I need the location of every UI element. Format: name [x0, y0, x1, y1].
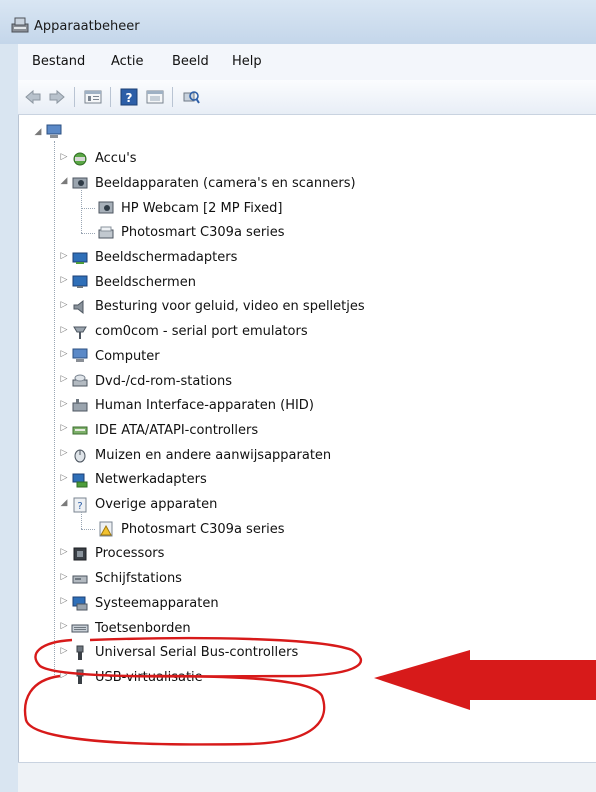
device-tree-panel: ◢ ▷ Accu's ◢ Beeldapparaten (camera's en sca… [18, 115, 596, 765]
tree-item-label: Besturing voor geluid, video en spelletj… [95, 299, 365, 315]
tree-connector [81, 232, 95, 234]
toolbar-separator [74, 87, 75, 107]
tree-connector [81, 208, 95, 210]
tree-item[interactable]: Computer [71, 345, 160, 367]
tree-item-label: Computer [95, 348, 160, 364]
tree-item-label: Muizen en andere aanwijsapparaten [95, 447, 332, 463]
forward-arrow-icon[interactable] [48, 88, 66, 106]
device-manager-window: Apparaatbeheer Bestand Actie Beeld Help … [0, 0, 596, 792]
scan-hardware-icon[interactable] [182, 88, 200, 106]
back-arrow-icon[interactable] [24, 88, 42, 106]
tree-item[interactable]: Processors [71, 543, 164, 565]
tree-item[interactable]: USB-virtualisatie [71, 666, 203, 688]
toolbar: ? [18, 80, 596, 115]
expand-toggle[interactable]: ▷ [59, 670, 69, 680]
tree-item-label: IDE ATA/ATAPI-controllers [95, 422, 259, 438]
tree-item-label: Beeldapparaten (camera's en scanners) [95, 175, 356, 191]
expand-toggle[interactable]: ▷ [59, 596, 69, 606]
tree-connector [81, 511, 82, 530]
tree-item[interactable]: Accu's [71, 148, 137, 170]
properties-icon[interactable] [84, 88, 102, 106]
device-manager-icon [11, 17, 29, 33]
expand-toggle[interactable]: ▷ [59, 547, 69, 557]
tree-item-label: Overige apparaten [95, 497, 218, 512]
tree-item-label: Universal Serial Bus-controllers [95, 645, 299, 661]
tree-item[interactable]: Netwerkadapters [71, 469, 207, 491]
expand-toggle[interactable]: ▷ [59, 448, 69, 458]
tree-item-label: Beeldschermadapters [95, 250, 238, 265]
tree-item[interactable]: com0com - serial port emulators [71, 321, 308, 343]
help-icon[interactable]: ? [120, 88, 138, 106]
title-bar: Apparaatbeheer [0, 0, 596, 44]
tree-item-label: Processors [95, 546, 165, 562]
tree-item[interactable]: Systeemapparaten [71, 592, 219, 614]
tree-item[interactable]: Beeldschermen [71, 271, 196, 293]
tree-item-label: Beeldschermen [95, 274, 196, 290]
expand-toggle[interactable]: ▷ [59, 621, 69, 631]
tree-item-label: Dvd-/cd-rom-stations [95, 373, 232, 389]
expand-toggle[interactable]: ▷ [59, 152, 69, 162]
expand-toggle[interactable]: ▷ [59, 251, 69, 261]
menu-beeld[interactable]: Beeld [172, 54, 209, 69]
tree-item[interactable]: Muizen en andere aanwijsapparaten [71, 444, 331, 466]
expand-toggle[interactable]: ▷ [59, 399, 69, 409]
expand-toggle[interactable]: ▷ [59, 646, 69, 656]
tree-subitem[interactable]: Photosmart C309a series [97, 222, 285, 244]
collapse-toggle[interactable]: ◢ [59, 498, 69, 508]
tree-item-label: Systeemapparaten [95, 595, 219, 611]
tree-item-label: Schijfstations [95, 571, 182, 587]
tree-subitem[interactable]: Photosmart C309a series [97, 518, 285, 540]
menu-bar: Bestand Actie Beeld Help [18, 44, 596, 81]
expand-toggle[interactable]: ▷ [59, 300, 69, 310]
tree-item-label: HP Webcam [2 MP Fixed] [121, 200, 283, 216]
window-frame-left [0, 44, 18, 792]
update-driver-icon[interactable] [146, 88, 164, 106]
tree-connector [81, 529, 95, 531]
window-title: Apparaatbeheer [34, 19, 140, 34]
expand-toggle[interactable]: ▷ [59, 275, 69, 285]
tree-item-label: Toetsenborden [95, 620, 191, 636]
expand-toggle[interactable]: ▷ [59, 374, 69, 384]
tree-item-label: Photosmart C309a series [121, 521, 285, 537]
computer-icon [46, 124, 62, 138]
collapse-toggle[interactable]: ◢ [59, 176, 69, 186]
tree-item-label: USB-virtualisatie [95, 669, 203, 685]
menu-actie[interactable]: Actie [111, 54, 144, 69]
expand-toggle[interactable]: ▷ [59, 349, 69, 359]
tree-item[interactable]: Schijfstations [71, 568, 182, 590]
tree-connector [81, 190, 82, 233]
tree-item-label: Accu's [95, 151, 137, 167]
tree-item-label: Netwerkadapters [95, 472, 207, 488]
tree-item[interactable]: Beeldapparaten (camera's en scanners) [71, 172, 356, 194]
expand-toggle[interactable]: ▷ [59, 572, 69, 582]
tree-item[interactable]: Overige apparaten [71, 494, 217, 516]
tree-item[interactable]: IDE ATA/ATAPI-controllers [71, 419, 258, 441]
tree-connector [54, 141, 55, 678]
expand-toggle[interactable]: ▷ [59, 473, 69, 483]
status-bar [18, 762, 596, 792]
tree-subitem[interactable]: HP Webcam [2 MP Fixed] [97, 197, 282, 219]
toolbar-separator [110, 87, 111, 107]
expand-toggle[interactable]: ▷ [59, 423, 69, 433]
tree-item[interactable]: Beeldschermadapters [71, 247, 237, 269]
tree-item[interactable]: Universal Serial Bus-controllers [71, 642, 298, 664]
tree-item[interactable]: Human Interface-apparaten (HID) [71, 395, 314, 417]
tree-item-label: Photosmart C309a series [121, 225, 285, 241]
tree-item[interactable]: Toetsenborden [71, 617, 191, 639]
tree-item[interactable]: Dvd-/cd-rom-stations [71, 370, 232, 392]
collapse-toggle[interactable]: ◢ [33, 127, 43, 137]
menu-bestand[interactable]: Bestand [32, 54, 85, 69]
menu-help[interactable]: Help [232, 54, 262, 69]
toolbar-separator [172, 87, 173, 107]
tree-item-label: com0com - serial port emulators [95, 324, 308, 340]
tree-item-label: Human Interface-apparaten (HID) [95, 398, 314, 414]
expand-toggle[interactable]: ▷ [59, 325, 69, 335]
tree-item[interactable]: Besturing voor geluid, video en spelletj… [71, 296, 365, 318]
svg-text:?: ? [126, 91, 133, 105]
